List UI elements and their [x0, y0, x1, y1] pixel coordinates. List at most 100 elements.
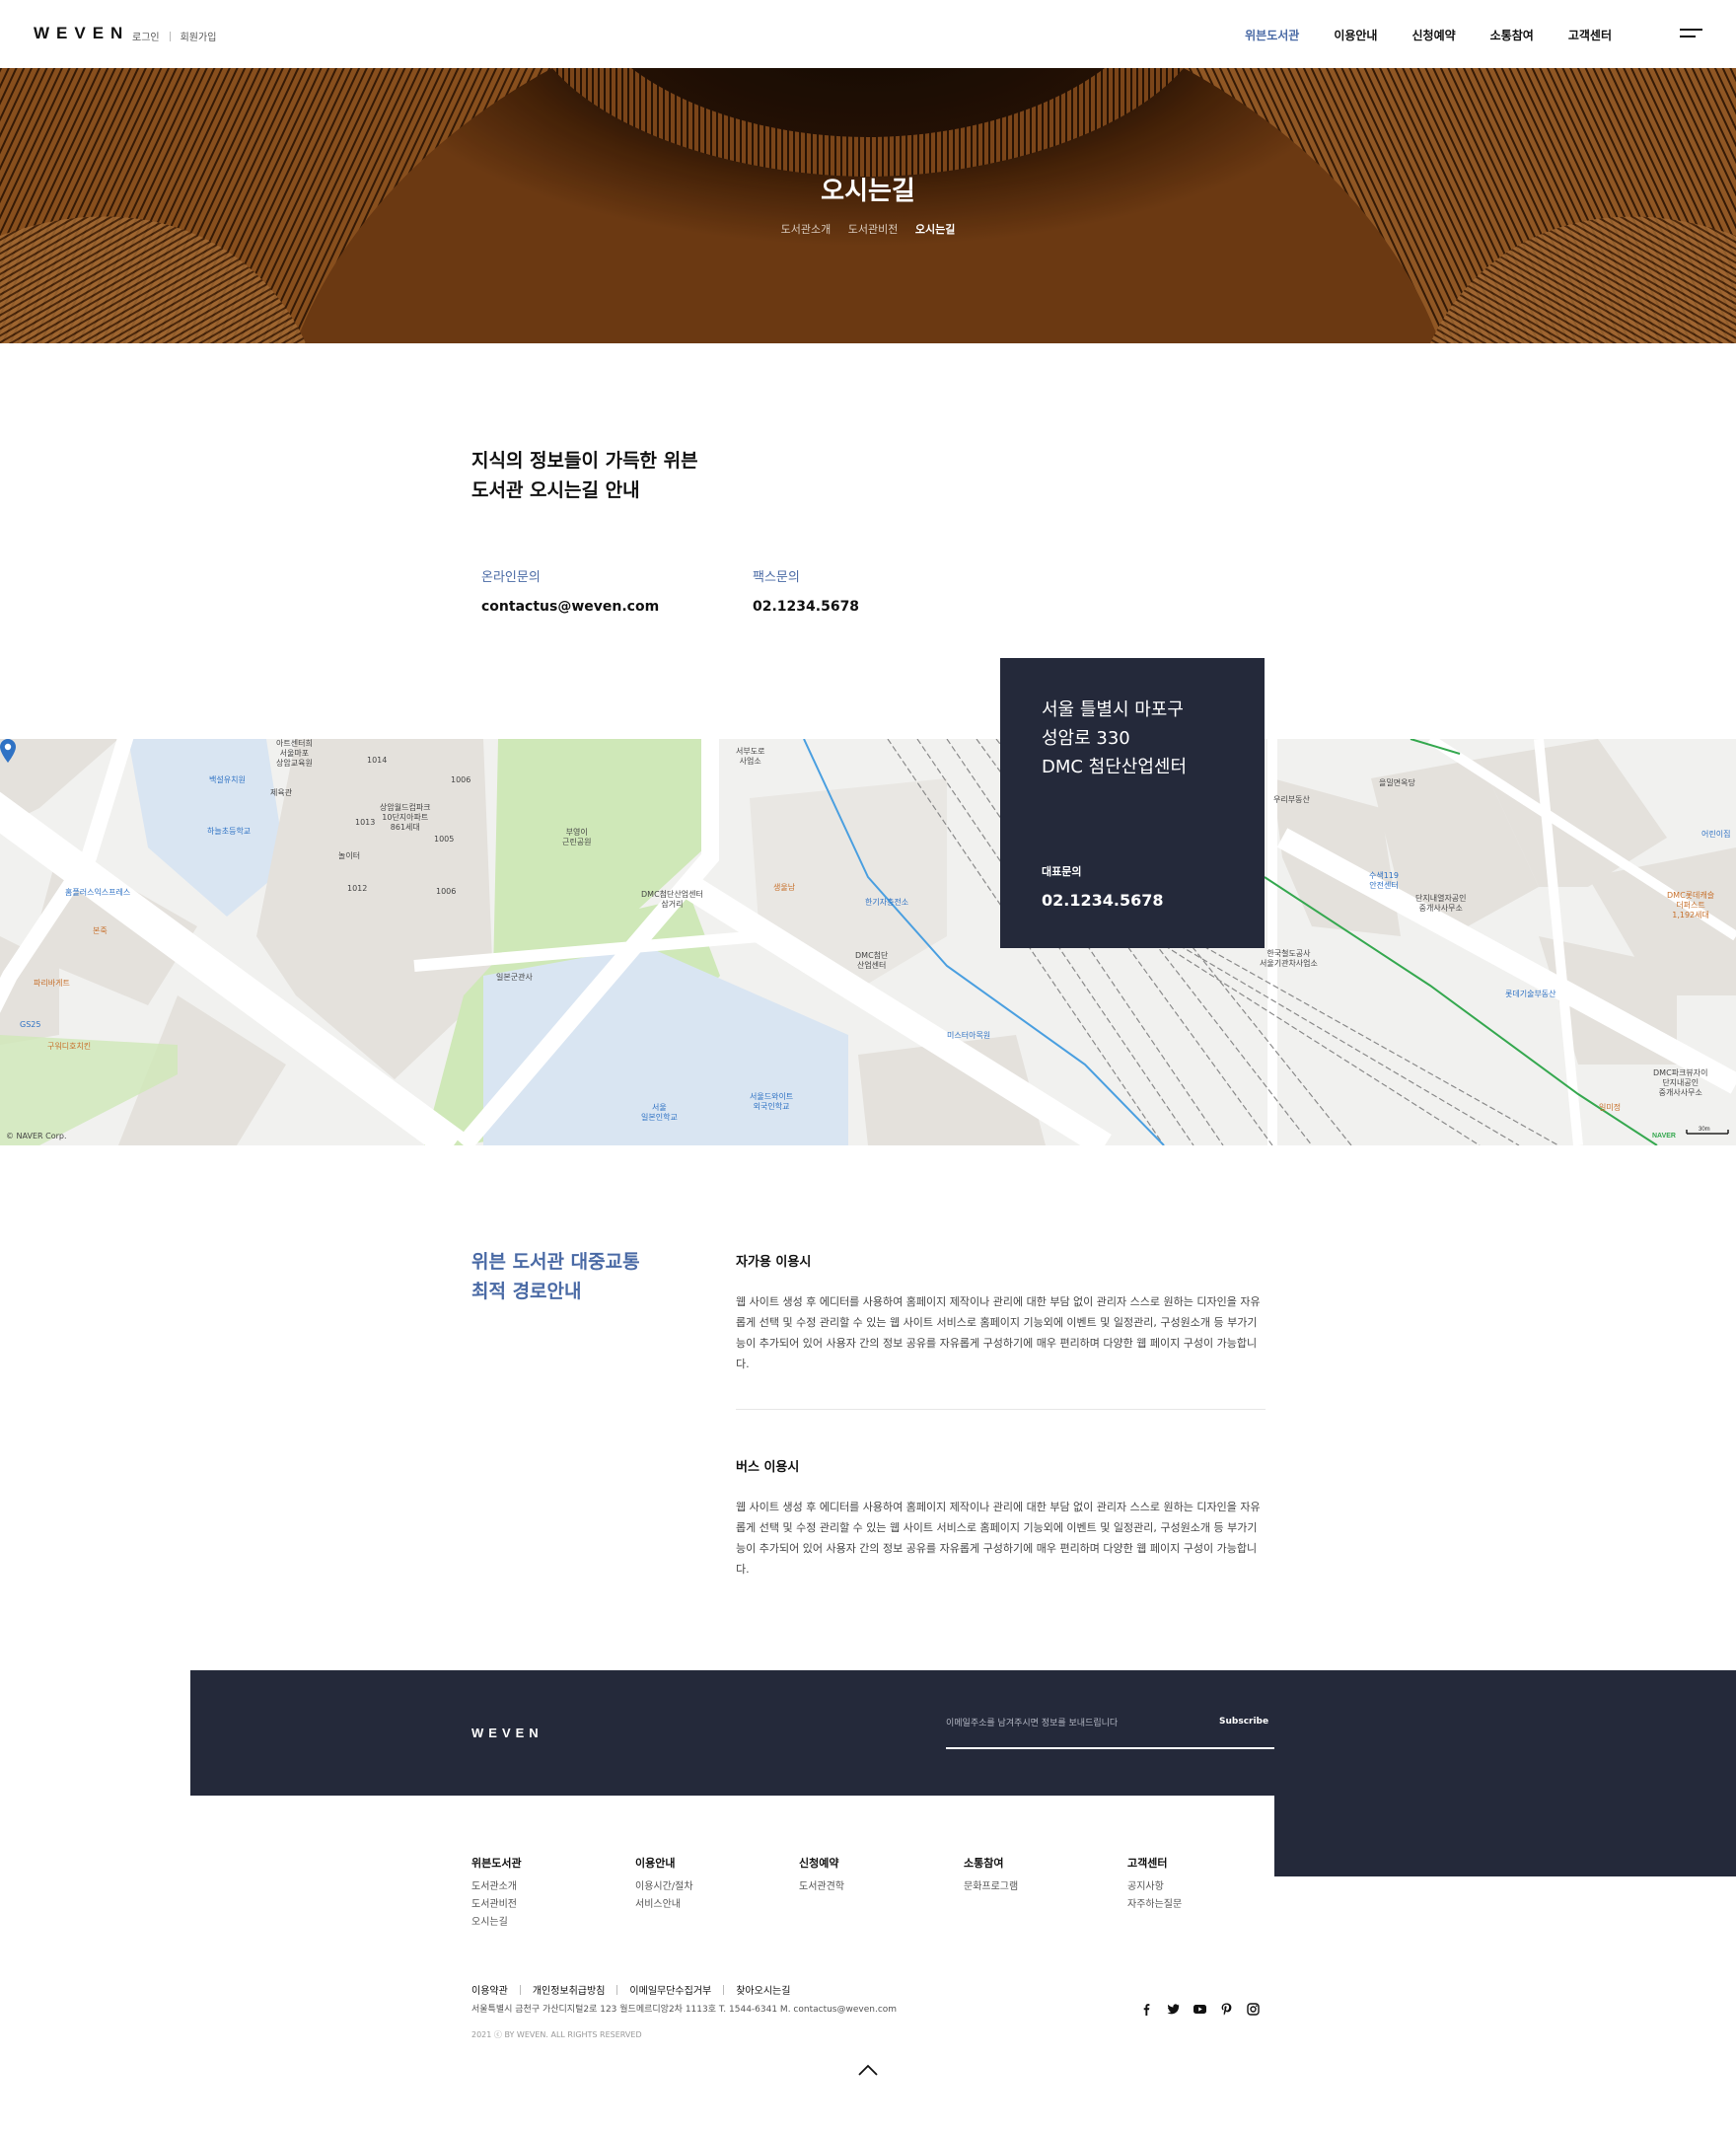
chevron-up-icon[interactable] — [857, 2063, 879, 2077]
policy-divider — [519, 1984, 521, 1995]
footer-column-community: 소통참여 문화프로그램 — [964, 1855, 1018, 1896]
company-info: 서울특별시 금천구 가산디지털2로 123 월드메르디앙2차 1113호 T. … — [471, 2005, 898, 2015]
breadcrumb: 도서관소개 도서관비전 오시는길 — [0, 221, 1736, 237]
map-label: 백설유치원 — [209, 775, 246, 784]
site-logo[interactable]: WEVEN — [34, 24, 129, 43]
map-label: DMC첨단 산업센터 — [855, 951, 889, 970]
footer-link[interactable]: 서비스안내 — [635, 1896, 693, 1914]
join-link[interactable]: 회원가입 — [181, 29, 217, 43]
fax-contact-number: 02.1234.5678 — [753, 599, 860, 615]
main-tel-number[interactable]: 02.1234.5678 — [1042, 891, 1163, 910]
nav-item-guide[interactable]: 이용안내 — [1334, 27, 1377, 43]
map-label: DMC롯데캐슬 더퍼스트 1,192세대 — [1667, 891, 1715, 919]
map-label: 홈플러스익스프레스 — [65, 888, 131, 897]
transport-heading-line1: 위븐 도서관 대중교통 — [471, 1251, 640, 1273]
online-contact-email[interactable]: contactus@weven.com — [481, 599, 659, 615]
footer-link[interactable]: 도서관견학 — [799, 1878, 844, 1896]
instagram-icon[interactable] — [1247, 2001, 1260, 2016]
footer-banner-extension — [1274, 1670, 1736, 1876]
site-header: WEVEN 로그인 회원가입 위븐도서관 이용안내 신청예약 소통참여 고객센터 — [0, 0, 1736, 68]
copyright: 2021 ⓒ BY WEVEN. ALL RIGHTS RESERVED — [471, 2030, 642, 2039]
map-label: 일미정 — [1599, 1103, 1622, 1112]
map-label: 구워디호치킨 — [47, 1042, 92, 1051]
footer-column-library: 위븐도서관 도서관소개 도서관비전 오시는길 — [471, 1855, 522, 1932]
policy-divider — [616, 1984, 618, 1995]
footer-link[interactable]: 문화프로그램 — [964, 1878, 1018, 1896]
map-label: 본죽 — [93, 926, 108, 935]
map-label: 상암월드컵파크 10단지아파트 861세대 — [380, 803, 431, 832]
facebook-icon[interactable] — [1140, 2001, 1153, 2016]
map-label: 1012 — [347, 884, 368, 893]
map-label: 미스터아목원 — [947, 1031, 991, 1040]
breadcrumb-item-directions[interactable]: 오시는길 — [915, 223, 955, 236]
footer-link[interactable]: 오시는길 — [471, 1914, 522, 1932]
car-directions-body: 웹 사이트 생성 후 에디터를 사용하여 홈페이지 제작이나 관리에 대한 부담… — [736, 1295, 1261, 1370]
terms-link[interactable]: 이용약관 — [471, 1982, 508, 1997]
breadcrumb-item-about[interactable]: 도서관소개 — [781, 223, 832, 236]
map-label: 1014 — [367, 756, 388, 765]
online-contact: 온라인문의 contactus@weven.com — [481, 566, 659, 615]
hamburger-icon[interactable] — [1680, 29, 1702, 41]
email-policy-link[interactable]: 이메일무단수집거부 — [629, 1982, 711, 1997]
map-label: 부영이 근린공원 — [562, 828, 592, 846]
social-links — [1140, 2001, 1260, 2016]
footer-column-reservation: 신청예약 도서관견학 — [799, 1855, 844, 1896]
breadcrumb-item-vision[interactable]: 도서관비전 — [848, 223, 899, 236]
map-label: DMC파크뷰자이 단지내공인 중개사사무소 — [1653, 1068, 1708, 1097]
map-copyright: © NAVER Corp. — [6, 1132, 67, 1140]
footer-link[interactable]: 도서관비전 — [471, 1896, 522, 1914]
map-label: 1005 — [434, 835, 455, 844]
location-map[interactable]: NAVER 30m 아트센터희 서울마포 상암교육원 1014 1006 상암월… — [0, 739, 1736, 1145]
footer-column-title[interactable]: 신청예약 — [799, 1855, 844, 1871]
bus-directions: 버스 이용시 웹 사이트 생성 후 에디터를 사용하여 홈페이지 제작이나 관리… — [736, 1456, 1266, 1580]
car-directions: 자가용 이용시 웹 사이트 생성 후 에디터를 사용하여 홈페이지 제작이나 관… — [736, 1251, 1266, 1374]
footer-column-title[interactable]: 고객센터 — [1127, 1855, 1182, 1871]
subscribe-button[interactable]: Subscribe — [1219, 1717, 1268, 1727]
map-provider-logo: NAVER — [1652, 1133, 1676, 1140]
map-label: 일본군관사 — [496, 973, 533, 982]
map-label: 파리바게트 — [34, 979, 70, 988]
subscribe-email-input[interactable] — [946, 1713, 1194, 1734]
transport-heading: 위븐 도서관 대중교통 최적 경로안내 — [471, 1247, 640, 1306]
map-label: 한국철도공사 서울기관차사업소 — [1260, 949, 1318, 968]
nav-item-support[interactable]: 고객센터 — [1568, 27, 1612, 43]
intro-heading-line2: 도서관 오시는길 안내 — [471, 479, 640, 501]
footer-link[interactable]: 자주하는질문 — [1127, 1896, 1182, 1914]
auth-divider — [169, 31, 171, 41]
address-line3: DMC 첨단산업센터 — [1042, 757, 1188, 777]
map-label: 우리부동산 — [1273, 795, 1310, 804]
location-pin-icon[interactable] — [0, 739, 16, 763]
map-label: 서부도로 사업소 — [736, 747, 765, 766]
login-link[interactable]: 로그인 — [132, 29, 160, 43]
intro-heading: 지식의 정보들이 가득한 위븐 도서관 오시는길 안내 — [471, 446, 698, 505]
footer-column-guide: 이용안내 이용시간/절차 서비스안내 — [635, 1855, 693, 1914]
nav-item-community[interactable]: 소통참여 — [1490, 27, 1534, 43]
transport-heading-line2: 최적 경로안내 — [471, 1281, 582, 1302]
footer-column-title[interactable]: 이용안내 — [635, 1855, 693, 1871]
privacy-link[interactable]: 개인정보취급방침 — [533, 1982, 606, 1997]
directions-link[interactable]: 찾아오시는길 — [736, 1982, 790, 1997]
footer-link[interactable]: 공지사항 — [1127, 1878, 1182, 1896]
map-label: 놀이터 — [338, 851, 361, 860]
youtube-icon[interactable] — [1194, 2001, 1206, 2014]
subscribe-underline — [946, 1747, 1274, 1749]
nav-item-library[interactable]: 위븐도서관 — [1245, 27, 1299, 43]
map-label: 서울 일본인학교 — [641, 1103, 678, 1122]
hero-banner: 오시는길 도서관소개 도서관비전 오시는길 — [0, 68, 1736, 343]
main-tel-label: 대표문의 — [1042, 865, 1082, 878]
footer-column-title[interactable]: 위븐도서관 — [471, 1855, 522, 1871]
nav-item-reservation[interactable]: 신청예약 — [1411, 27, 1455, 43]
footer-column-title[interactable]: 소통참여 — [964, 1855, 1018, 1871]
address-line2: 성암로 330 — [1042, 728, 1130, 749]
twitter-icon[interactable] — [1167, 2001, 1180, 2015]
footer-link[interactable]: 이용시간/절차 — [635, 1878, 693, 1896]
map-label: 1013 — [355, 818, 376, 827]
intro-heading-line1: 지식의 정보들이 가득한 위븐 — [471, 450, 698, 472]
map-label: 을밀면옥당 — [1379, 778, 1415, 787]
footer-logo[interactable]: WEVEN — [471, 1726, 543, 1740]
map-label: 하늘초등학교 — [207, 827, 252, 836]
footer-link[interactable]: 도서관소개 — [471, 1878, 522, 1896]
footer-column-support: 고객센터 공지사항 자주하는질문 — [1127, 1855, 1182, 1914]
map-label: GS25 — [20, 1020, 41, 1029]
pinterest-icon[interactable] — [1220, 2001, 1233, 2016]
